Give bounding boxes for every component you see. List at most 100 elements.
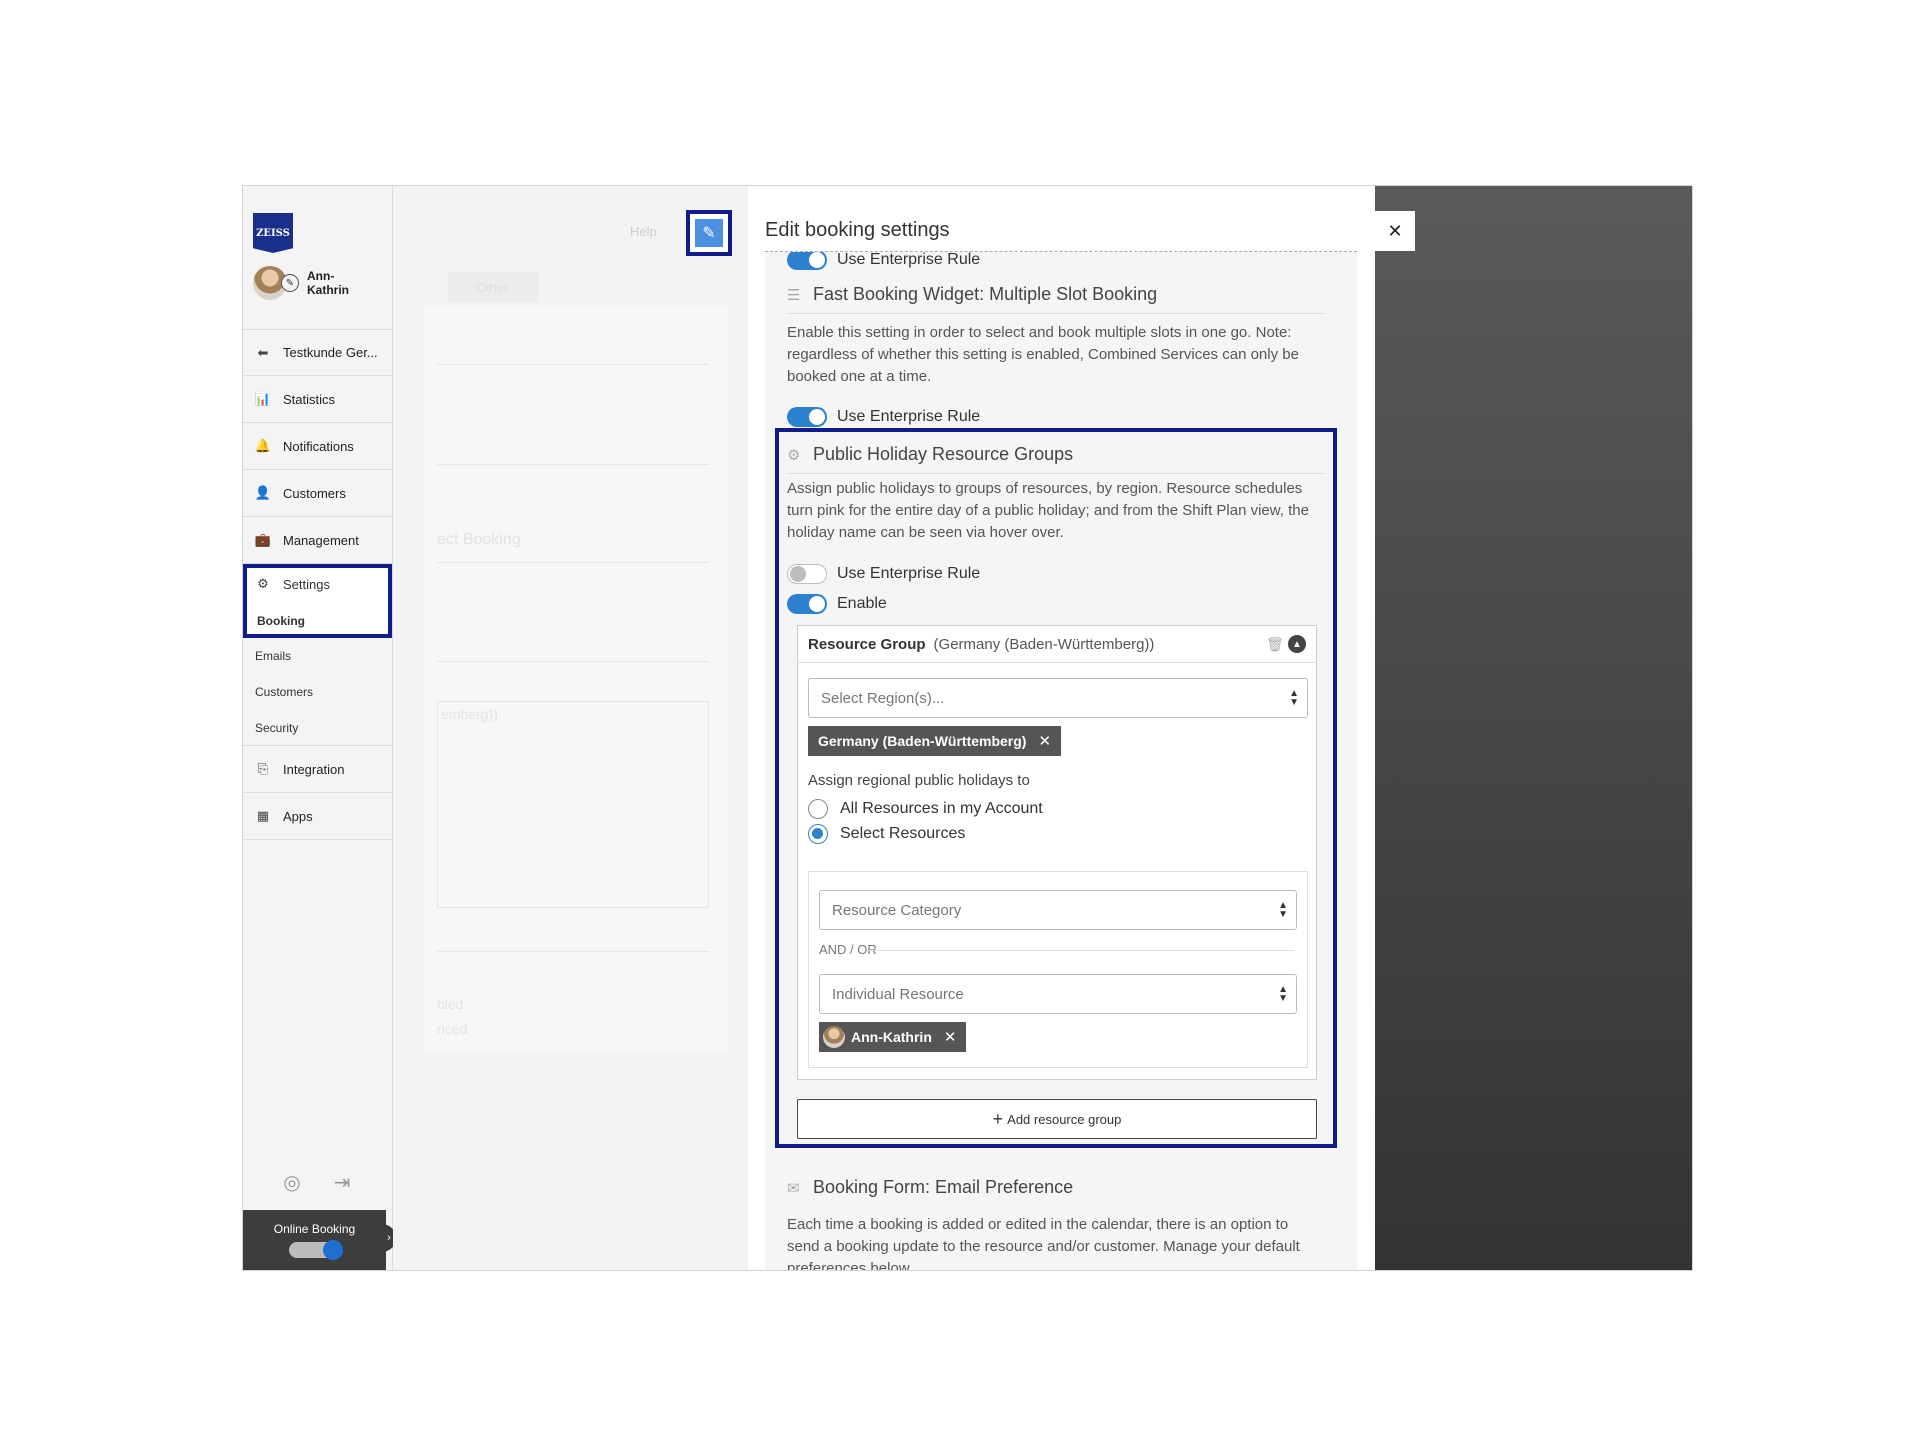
bell-icon: 🔔 (254, 438, 272, 453)
radio-select-resources[interactable]: Select Resources (808, 824, 965, 844)
envelope-icon: ✉ (787, 1179, 800, 1197)
sidebar-item-apps[interactable]: ▦ Apps (243, 793, 392, 840)
collapse-up-icon[interactable]: ▲ (1288, 635, 1306, 653)
sidebar-subitem-booking[interactable]: Booking (257, 614, 305, 628)
enable-row: Enable (787, 594, 887, 614)
section-description: Enable this setting in order to select a… (787, 324, 1299, 385)
briefcase-icon: 💼 (254, 532, 272, 547)
section-description: Each time a booking is added or edited i… (787, 1216, 1300, 1271)
background-tag: Other (448, 272, 538, 302)
grid-icon: ▦ (256, 808, 270, 823)
sidebar-item-integration[interactable]: ⎘ Integration (243, 746, 392, 793)
sidebar-item-customers[interactable]: 👤 Customers (243, 470, 392, 517)
edit-settings-button[interactable]: ✎ (686, 210, 732, 256)
divider (437, 562, 709, 563)
select-arrows-icon: ▲ ▼ (1278, 900, 1288, 920)
button-label: Add resource group (1007, 1111, 1122, 1127)
toggle-label: Enable (837, 595, 887, 612)
settings-scroll-area[interactable]: Use Enterprise Rule ☰ Fast Booking Widge… (765, 252, 1357, 1271)
remove-chip-icon[interactable]: ✕ (1038, 732, 1051, 750)
gears-icon: ⚙ (257, 576, 269, 591)
chart-icon: 📊 (254, 391, 272, 406)
enterprise-rule-row: Use Enterprise Rule (787, 564, 980, 584)
background-box (437, 701, 709, 908)
sidebar-item-label: Testkunde Ger... (283, 345, 378, 360)
divider (437, 951, 709, 952)
trash-icon[interactable]: 🗑 (1266, 636, 1284, 652)
app-window: ZEISS ✎ Ann-Kathrin ⬅ Testkunde Ger... 📊… (242, 185, 1693, 1271)
enterprise-rule-toggle[interactable] (787, 407, 827, 427)
sidebar-item-testkunde[interactable]: ⬅ Testkunde Ger... (243, 329, 392, 376)
section-title: Booking Form: Email Preference (813, 1177, 1074, 1197)
sidebar-item-label: Apps (283, 808, 313, 824)
background-card (423, 306, 728, 1051)
edit-booking-settings-panel: Edit booking settings Use Enterprise Rul… (748, 186, 1375, 1270)
sidebar-subitem-customers[interactable]: Customers (243, 674, 392, 710)
back-circle-icon: ⬅ (257, 344, 269, 360)
select-placeholder: Individual Resource (832, 985, 964, 1003)
sidebar-item-settings[interactable]: ⚙ Settings Booking (243, 564, 392, 638)
support-lifebuoy-icon[interactable]: ◎ (279, 1169, 305, 1195)
close-button[interactable]: ✕ (1375, 211, 1415, 251)
sidebar-item-notifications[interactable]: 🔔 Notifications (243, 423, 392, 470)
divider (437, 364, 709, 365)
divider (437, 464, 709, 465)
help-link: Help (630, 224, 657, 239)
radio-all-resources[interactable]: All Resources in my Account (808, 799, 1043, 819)
enterprise-rule-toggle[interactable] (787, 564, 827, 584)
enterprise-rule-row: Use Enterprise Rule (787, 407, 980, 427)
radio-label: Select Resources (840, 825, 966, 842)
enable-toggle[interactable] (787, 594, 827, 614)
edit-profile-icon[interactable]: ✎ (281, 274, 299, 292)
sidebar-item-label: Integration (283, 761, 345, 777)
sidebar-item-statistics[interactable]: 📊 Statistics (243, 376, 392, 423)
list-icon: ☰ (787, 286, 801, 304)
section-title: Public Holiday Resource Groups (813, 444, 1074, 464)
radio-button[interactable] (808, 824, 828, 844)
resource-group-header[interactable]: Resource Group (Germany (Baden-Württembe… (798, 626, 1316, 663)
online-booking-toggle[interactable] (288, 1240, 343, 1260)
toggle-label: Use Enterprise Rule (837, 252, 981, 268)
sidebar-item-label: Customers (283, 485, 346, 501)
radio-button[interactable] (808, 799, 828, 819)
resource-group-label: Resource Group (808, 635, 926, 653)
select-arrows-icon: ▲ ▼ (1278, 984, 1288, 1004)
select-placeholder: Select Region(s)... (821, 689, 945, 707)
section-email-preference: ✉ Booking Form: Email Preference (787, 1177, 1325, 1206)
logout-icon[interactable]: ⇥ (329, 1169, 355, 1195)
chip-label: Germany (Baden-Württemberg) (818, 733, 1027, 749)
resource-category-select[interactable]: Resource Category ▲ ▼ (819, 890, 1297, 930)
sidebar-nav: ⬅ Testkunde Ger... 📊 Statistics 🔔 Notifi… (243, 329, 392, 840)
region-select[interactable]: Select Region(s)... ▲ ▼ (808, 678, 1308, 718)
divider (437, 661, 709, 662)
background-text: emberg)) (441, 706, 498, 722)
background-text: ect Booking (437, 531, 521, 548)
settings-gear-icon: ⚙ (787, 446, 801, 464)
close-icon: ✕ (1387, 220, 1403, 241)
resource-group-region: (Germany (Baden-Württemberg)) (933, 635, 1155, 653)
zeiss-logo: ZEISS (253, 213, 293, 253)
toggle-label: Use Enterprise Rule (837, 408, 981, 425)
user-profile[interactable]: ✎ Ann-Kathrin (253, 266, 367, 300)
sidebar: ZEISS ✎ Ann-Kathrin ⬅ Testkunde Ger... 📊… (243, 186, 396, 1270)
chip-label: Ann-Kathrin (851, 1029, 932, 1045)
section-description: Assign public holidays to groups of reso… (787, 480, 1309, 541)
resource-group-card: Resource Group (Germany (Baden-Württembe… (797, 625, 1317, 1080)
individual-resource-select[interactable]: Individual Resource ▲ ▼ (819, 974, 1297, 1014)
resource-selection-box: Resource Category ▲ ▼ AND / OR Individual… (808, 871, 1308, 1068)
sidebar-item-management[interactable]: 💼 Management (243, 517, 392, 564)
add-resource-group-button[interactable]: + Add resource group (797, 1099, 1317, 1139)
background-page: Help ✎ Other ect Booking emberg)) bled n… (393, 186, 748, 1270)
online-booking-panel: Online Booking (243, 1210, 386, 1270)
modal-backdrop (1375, 186, 1692, 1270)
remove-chip-icon[interactable]: ✕ (944, 1028, 957, 1046)
sidebar-item-label: Statistics (283, 391, 336, 407)
sidebar-subitem-emails[interactable]: Emails (243, 638, 392, 674)
resource-chip: Ann-Kathrin ✕ (819, 1022, 967, 1052)
plus-icon: + (992, 1108, 1004, 1129)
enterprise-rule-toggle[interactable] (787, 252, 827, 270)
sidebar-subitem-security[interactable]: Security (243, 710, 392, 746)
section-title: Fast Booking Widget: Multiple Slot Booki… (813, 284, 1158, 304)
sidebar-item-label: Settings (283, 576, 330, 592)
toggle-label: Use Enterprise Rule (837, 565, 981, 582)
